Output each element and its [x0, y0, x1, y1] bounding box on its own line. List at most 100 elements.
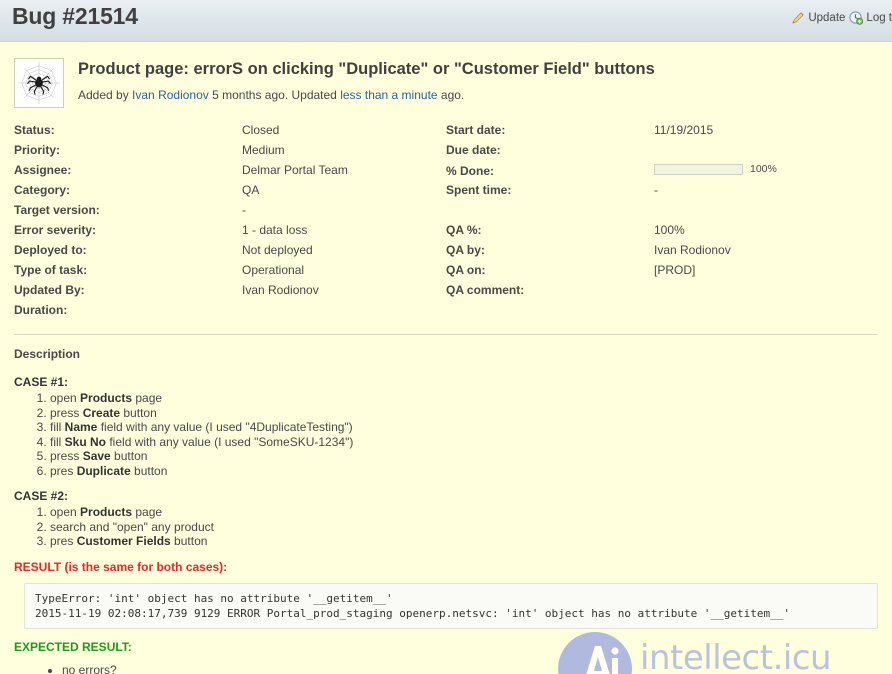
- step-text-bold: Name: [64, 420, 98, 434]
- issue-author-line: Added by Ivan Rodionov 5 months ago. Upd…: [78, 88, 655, 102]
- attribute-label: Category:: [14, 183, 71, 197]
- attribute-label: Priority:: [14, 143, 61, 157]
- step-text-post: button: [110, 449, 148, 463]
- step-text-post: field with any value (I used "4Duplicate…: [97, 420, 353, 434]
- attribute-value: QA: [242, 183, 260, 197]
- list-item: pres Customer Fields button: [50, 534, 878, 549]
- list-item: no errors?: [62, 663, 878, 674]
- list-item: open Products page: [50, 505, 878, 520]
- attribute-value: -: [242, 203, 246, 217]
- attribute-row-error-severity: Error severity: 1 - data loss: [14, 223, 436, 243]
- attribute-label: QA on:: [446, 263, 486, 277]
- attribute-row-qa-comment: QA comment:: [446, 283, 878, 303]
- attributes-right-column: Start date: 11/19/2015 Due date: % Done:…: [446, 123, 878, 323]
- attribute-label: QA %:: [446, 223, 482, 237]
- step-text-post: button: [130, 463, 168, 478]
- percent-done-progress: 100%: [654, 163, 777, 175]
- step-text-pre: search and "open" any product: [50, 519, 214, 534]
- attribute-label: QA by:: [446, 243, 485, 257]
- attribute-row-deployed-to: Deployed to: Not deployed: [14, 243, 436, 263]
- error-code-block: TypeError: 'int' object has no attribute…: [24, 582, 878, 629]
- attribute-label: % Done:: [446, 163, 494, 178]
- log-time-action-label: Log t: [866, 12, 892, 24]
- issue-container: Product page: errorS on clicking "Duplic…: [0, 42, 892, 674]
- step-text-bold: Customer Fields: [76, 534, 171, 548]
- description-heading: Description: [14, 347, 81, 361]
- list-item: pres Duplicate button: [50, 464, 878, 479]
- attribute-value: Ivan Rodionov: [242, 283, 319, 297]
- progress-bar-track: [654, 163, 743, 175]
- issue-attributes: Status: Closed Priority: Medium Assignee…: [14, 123, 878, 323]
- added-by-prefix: Added by: [78, 87, 133, 102]
- step-text-bold: Products: [80, 391, 133, 405]
- list-item: search and "open" any product: [50, 520, 878, 535]
- step-text-bold: Create: [82, 405, 121, 420]
- attribute-label: Spent time:: [446, 183, 512, 197]
- step-text-pre: press: [50, 405, 83, 420]
- update-action-link[interactable]: Update: [791, 11, 845, 25]
- attribute-label: Assignee:: [14, 163, 72, 177]
- author-link[interactable]: Ivan Rodionov: [132, 88, 209, 102]
- attribute-row-spacer: [446, 203, 878, 223]
- attribute-value: Closed: [242, 123, 280, 137]
- author-suffix: ago.: [437, 87, 465, 102]
- attribute-value: 11/19/2015: [654, 123, 714, 137]
- step-text-post: field with any value (I used "SomeSKU-12…: [106, 434, 354, 449]
- step-text-bold: Duplicate: [76, 463, 131, 478]
- attribute-label: Type of task:: [14, 263, 88, 277]
- attribute-label: Duration:: [14, 303, 68, 317]
- step-text-post: button: [120, 405, 157, 420]
- attributes-left-column: Status: Closed Priority: Medium Assignee…: [14, 123, 446, 323]
- progress-percent-label: 100%: [750, 163, 777, 175]
- attribute-row-qa-percent: QA %: 100%: [446, 223, 878, 243]
- author-time-text: 5 months ago. Updated: [208, 87, 341, 102]
- step-text-bold: Save: [82, 449, 111, 463]
- attribute-value: Not deployed: [242, 243, 313, 257]
- attribute-label: Updated By:: [14, 283, 85, 297]
- step-text-pre: fill: [50, 434, 65, 449]
- attribute-label: Due date:: [446, 143, 501, 157]
- attribute-row-assignee: Assignee: Delmar Portal Team: [14, 163, 436, 183]
- issue-header-text: Product page: errorS on clicking "Duplic…: [78, 58, 655, 102]
- attribute-row-qa-by: QA by: Ivan Rodionov: [446, 243, 878, 263]
- pencil-icon: [791, 11, 805, 25]
- updated-time-link[interactable]: less than a minute: [340, 88, 437, 102]
- attribute-value: 1 - data loss: [242, 223, 308, 237]
- list-item: open Products page: [50, 391, 878, 406]
- expected-result-list: no errors?: [14, 663, 878, 674]
- update-action-label: Update: [808, 12, 846, 24]
- page-title: Bug #21514: [12, 3, 138, 29]
- top-header-bar: Bug #21514 Update Log t: [0, 0, 892, 42]
- step-text-bold: Products: [80, 505, 133, 519]
- attribute-row-type-of-task: Type of task: Operational: [14, 263, 436, 283]
- step-text-post: button: [170, 534, 208, 548]
- attribute-row-updated-by: Updated By: Ivan Rodionov: [14, 283, 436, 303]
- attribute-row-qa-on: QA on: [PROD]: [446, 263, 878, 283]
- attribute-label: Error severity:: [14, 223, 97, 237]
- issue-header: Product page: errorS on clicking "Duplic…: [14, 42, 878, 108]
- attribute-value: Medium: [242, 143, 285, 157]
- case2-title: CASE #2:: [14, 489, 69, 503]
- case2-step-list: open Products page search and "open" any…: [14, 505, 878, 549]
- attribute-label: QA comment:: [446, 283, 525, 297]
- attribute-label: Deployed to:: [14, 243, 87, 257]
- list-item: fill Name field with any value (I used "…: [50, 420, 878, 435]
- step-text-post: page: [132, 391, 163, 405]
- attribute-row-start-date: Start date: 11/19/2015: [446, 123, 878, 143]
- attribute-value: 100%: [654, 223, 685, 237]
- step-text-pre: fill: [50, 420, 65, 434]
- list-item: press Save button: [50, 449, 878, 464]
- issue-subject: Product page: errorS on clicking "Duplic…: [78, 60, 655, 78]
- case1-step-list: open Products page press Create button f…: [14, 391, 878, 478]
- description-block: Description CASE #1: open Products page …: [14, 335, 878, 674]
- log-time-action-link[interactable]: Log t: [849, 11, 892, 25]
- header-actions: Update Log t: [791, 11, 892, 25]
- attribute-value: Delmar Portal Team: [242, 163, 348, 177]
- step-text-bold: Sku No: [64, 434, 107, 449]
- attribute-label: Target version:: [14, 203, 100, 217]
- attribute-row-category: Category: QA: [14, 183, 436, 203]
- case1-title: CASE #1:: [14, 375, 69, 389]
